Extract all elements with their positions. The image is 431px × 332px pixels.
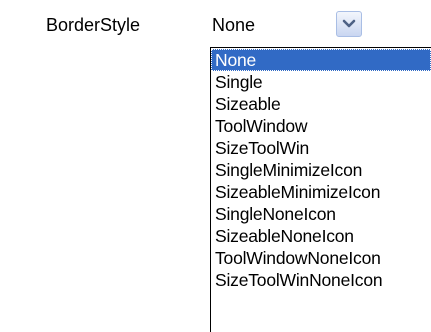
option-none[interactable]: None xyxy=(211,49,431,71)
option-sizetoolwin[interactable]: SizeToolWin xyxy=(211,137,431,159)
option-sizeableminimizeicon[interactable]: SizeableMinimizeIcon xyxy=(211,181,431,203)
dropdown-button[interactable] xyxy=(336,11,362,37)
option-sizeablenoneicon[interactable]: SizeableNoneIcon xyxy=(211,225,431,247)
option-singleminimizeicon[interactable]: SingleMinimizeIcon xyxy=(211,159,431,181)
option-sizeable[interactable]: Sizeable xyxy=(211,93,431,115)
option-sizetoolwinnoneicon[interactable]: SizeToolWinNoneIcon xyxy=(211,269,431,291)
dropdown-options: None Single Sizeable ToolWindow SizeTool… xyxy=(211,48,431,291)
option-singlenoneicon[interactable]: SingleNoneIcon xyxy=(211,203,431,225)
option-toolwindow[interactable]: ToolWindow xyxy=(211,115,431,137)
property-label: BorderStyle xyxy=(46,15,141,35)
dropdown-list-popup: None Single Sizeable ToolWindow SizeTool… xyxy=(210,47,431,332)
combobox-value: None xyxy=(212,15,256,35)
border-style-combobox[interactable]: None xyxy=(208,10,368,40)
chevron-down-icon xyxy=(342,19,356,28)
option-toolwindownoneicon[interactable]: ToolWindowNoneIcon xyxy=(211,247,431,269)
option-single[interactable]: Single xyxy=(211,71,431,93)
property-editor: BorderStyle None None Single Sizeable To… xyxy=(0,0,431,332)
